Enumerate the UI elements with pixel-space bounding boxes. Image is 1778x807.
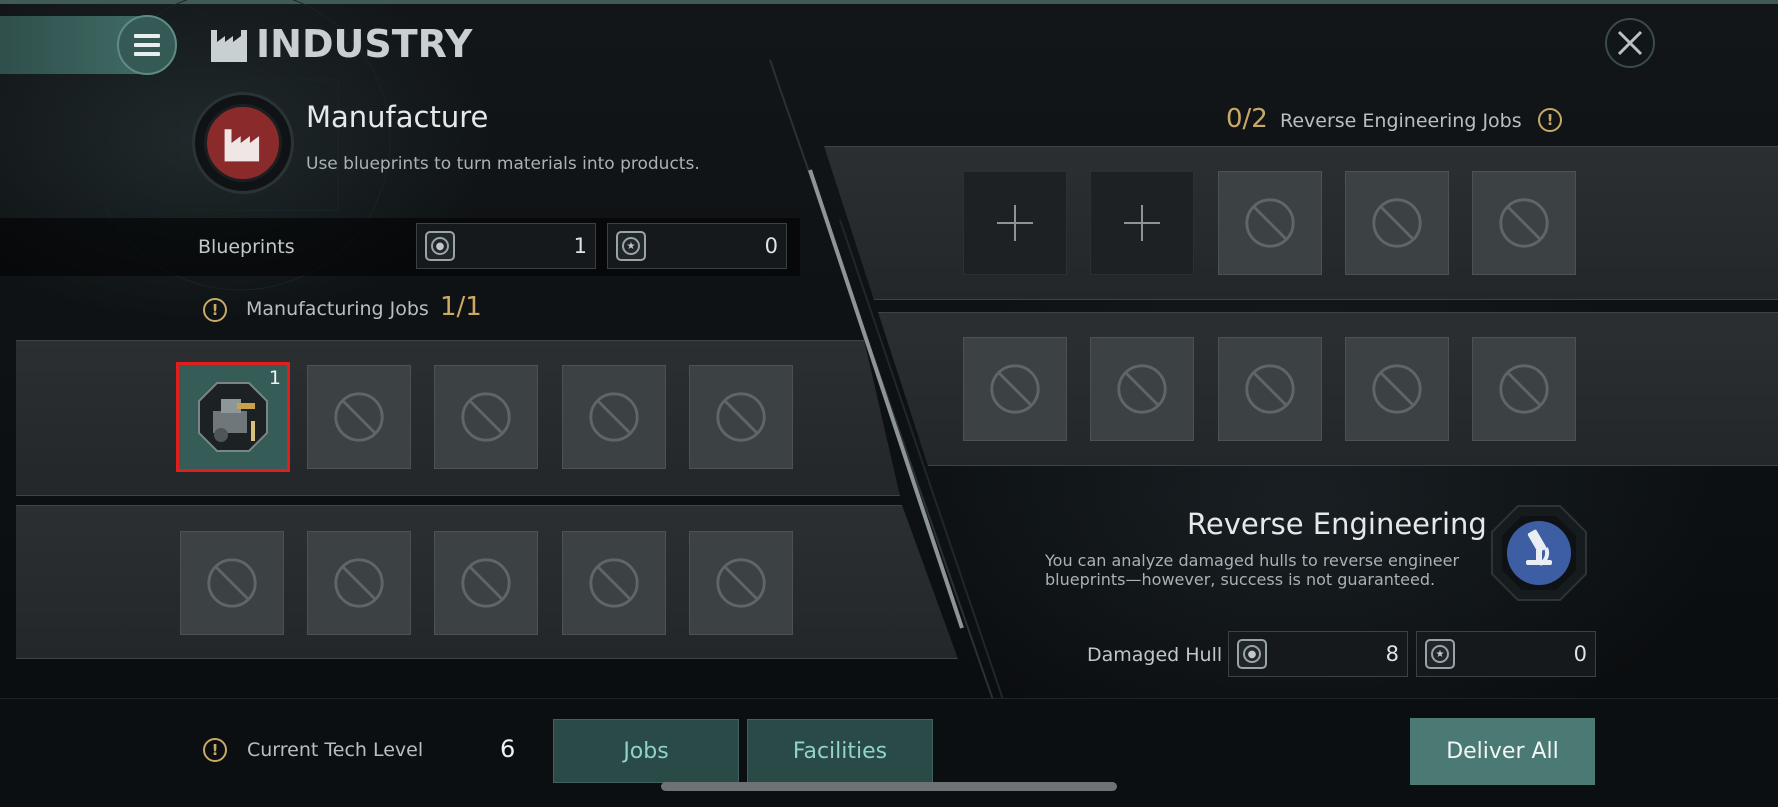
factory-icon	[204, 104, 282, 182]
hull-copy-icon: ★	[1425, 639, 1455, 669]
locked-slot[interactable]	[307, 365, 411, 469]
hamburger-menu-icon[interactable]	[117, 15, 177, 75]
job-quantity: 1	[268, 367, 281, 389]
damaged-hull-original-count: 8	[1385, 642, 1399, 666]
manufacture-title: Manufacture	[306, 100, 489, 134]
manufacturing-jobs-count: 1/1	[440, 292, 482, 322]
locked-slot[interactable]	[1472, 337, 1576, 441]
locked-icon	[589, 558, 639, 608]
blueprints-label: Blueprints	[198, 236, 295, 258]
top-accent-line	[0, 0, 1778, 4]
locked-slot[interactable]	[1090, 337, 1194, 441]
hull-original-icon: ●	[1237, 639, 1267, 669]
tab-facilities[interactable]: Facilities	[747, 719, 933, 783]
locked-slot[interactable]	[434, 531, 538, 635]
info-warning-icon[interactable]: !	[203, 298, 227, 322]
close-icon[interactable]	[1605, 18, 1655, 68]
locked-icon	[716, 558, 766, 608]
manufacture-description: Use blueprints to turn materials into pr…	[306, 154, 700, 174]
info-warning-icon[interactable]: !	[203, 738, 227, 762]
add-job-slot[interactable]	[1090, 171, 1194, 275]
reverse-engineering-jobs-label: Reverse Engineering Jobs	[1280, 110, 1522, 132]
locked-icon	[461, 558, 511, 608]
locked-slot[interactable]	[180, 531, 284, 635]
locked-slot[interactable]	[307, 531, 411, 635]
locked-icon	[716, 392, 766, 442]
locked-icon	[1117, 364, 1167, 414]
locked-slot[interactable]	[1472, 171, 1576, 275]
ship-module-icon	[198, 382, 268, 452]
blueprint-copy-counter: ★ 0	[607, 223, 787, 269]
plus-icon	[1124, 205, 1160, 241]
blueprint-original-count: 1	[573, 234, 587, 258]
add-job-slot[interactable]	[963, 171, 1067, 275]
damaged-hull-original-counter: ● 8	[1228, 631, 1408, 677]
damaged-hull-label: Damaged Hull	[1087, 644, 1223, 666]
page-title: INDUSTRY	[256, 22, 473, 66]
locked-icon	[589, 392, 639, 442]
factory-icon	[211, 30, 247, 62]
tech-level-label: Current Tech Level	[247, 739, 424, 761]
locked-icon	[1499, 364, 1549, 414]
deliver-all-button[interactable]: Deliver All	[1410, 718, 1595, 785]
locked-slot[interactable]	[562, 531, 666, 635]
locked-icon	[1245, 198, 1295, 248]
locked-icon	[207, 558, 257, 608]
locked-slot[interactable]	[1218, 337, 1322, 441]
active-manufacturing-job[interactable]: 1	[176, 362, 290, 472]
tab-jobs[interactable]: Jobs	[553, 719, 739, 783]
locked-icon	[1245, 364, 1295, 414]
locked-icon	[1372, 198, 1422, 248]
info-warning-icon[interactable]: !	[1538, 108, 1562, 132]
locked-icon	[1372, 364, 1422, 414]
blueprint-copy-count: 0	[764, 234, 778, 258]
locked-slot[interactable]	[562, 365, 666, 469]
reverse-engineering-title: Reverse Engineering	[1187, 507, 1487, 541]
tech-level-value: 6	[500, 735, 516, 763]
locked-icon	[1499, 198, 1549, 248]
locked-slot[interactable]	[963, 337, 1067, 441]
manufacture-emblem	[192, 92, 294, 194]
blueprint-original-icon: ●	[425, 231, 455, 261]
locked-slot[interactable]	[1345, 337, 1449, 441]
locked-icon	[334, 392, 384, 442]
reverse-engineering-jobs-count: 0/2	[1226, 104, 1268, 134]
blueprint-original-counter: ● 1	[416, 223, 596, 269]
locked-icon	[334, 558, 384, 608]
locked-icon	[990, 364, 1040, 414]
locked-icon	[461, 392, 511, 442]
damaged-hull-copy-count: 0	[1573, 642, 1587, 666]
locked-slot[interactable]	[689, 365, 793, 469]
home-indicator[interactable]	[661, 782, 1117, 791]
locked-slot[interactable]	[689, 531, 793, 635]
reverse-engineering-description: You can analyze damaged hulls to reverse…	[1045, 551, 1460, 589]
manufacturing-jobs-label: Manufacturing Jobs	[246, 298, 429, 320]
locked-slot[interactable]	[434, 365, 538, 469]
locked-slot[interactable]	[1345, 171, 1449, 275]
locked-slot[interactable]	[1218, 171, 1322, 275]
reverse-engineering-emblem	[1488, 502, 1590, 604]
plus-icon	[997, 205, 1033, 241]
blueprint-copy-icon: ★	[616, 231, 646, 261]
damaged-hull-copy-counter: ★ 0	[1416, 631, 1596, 677]
